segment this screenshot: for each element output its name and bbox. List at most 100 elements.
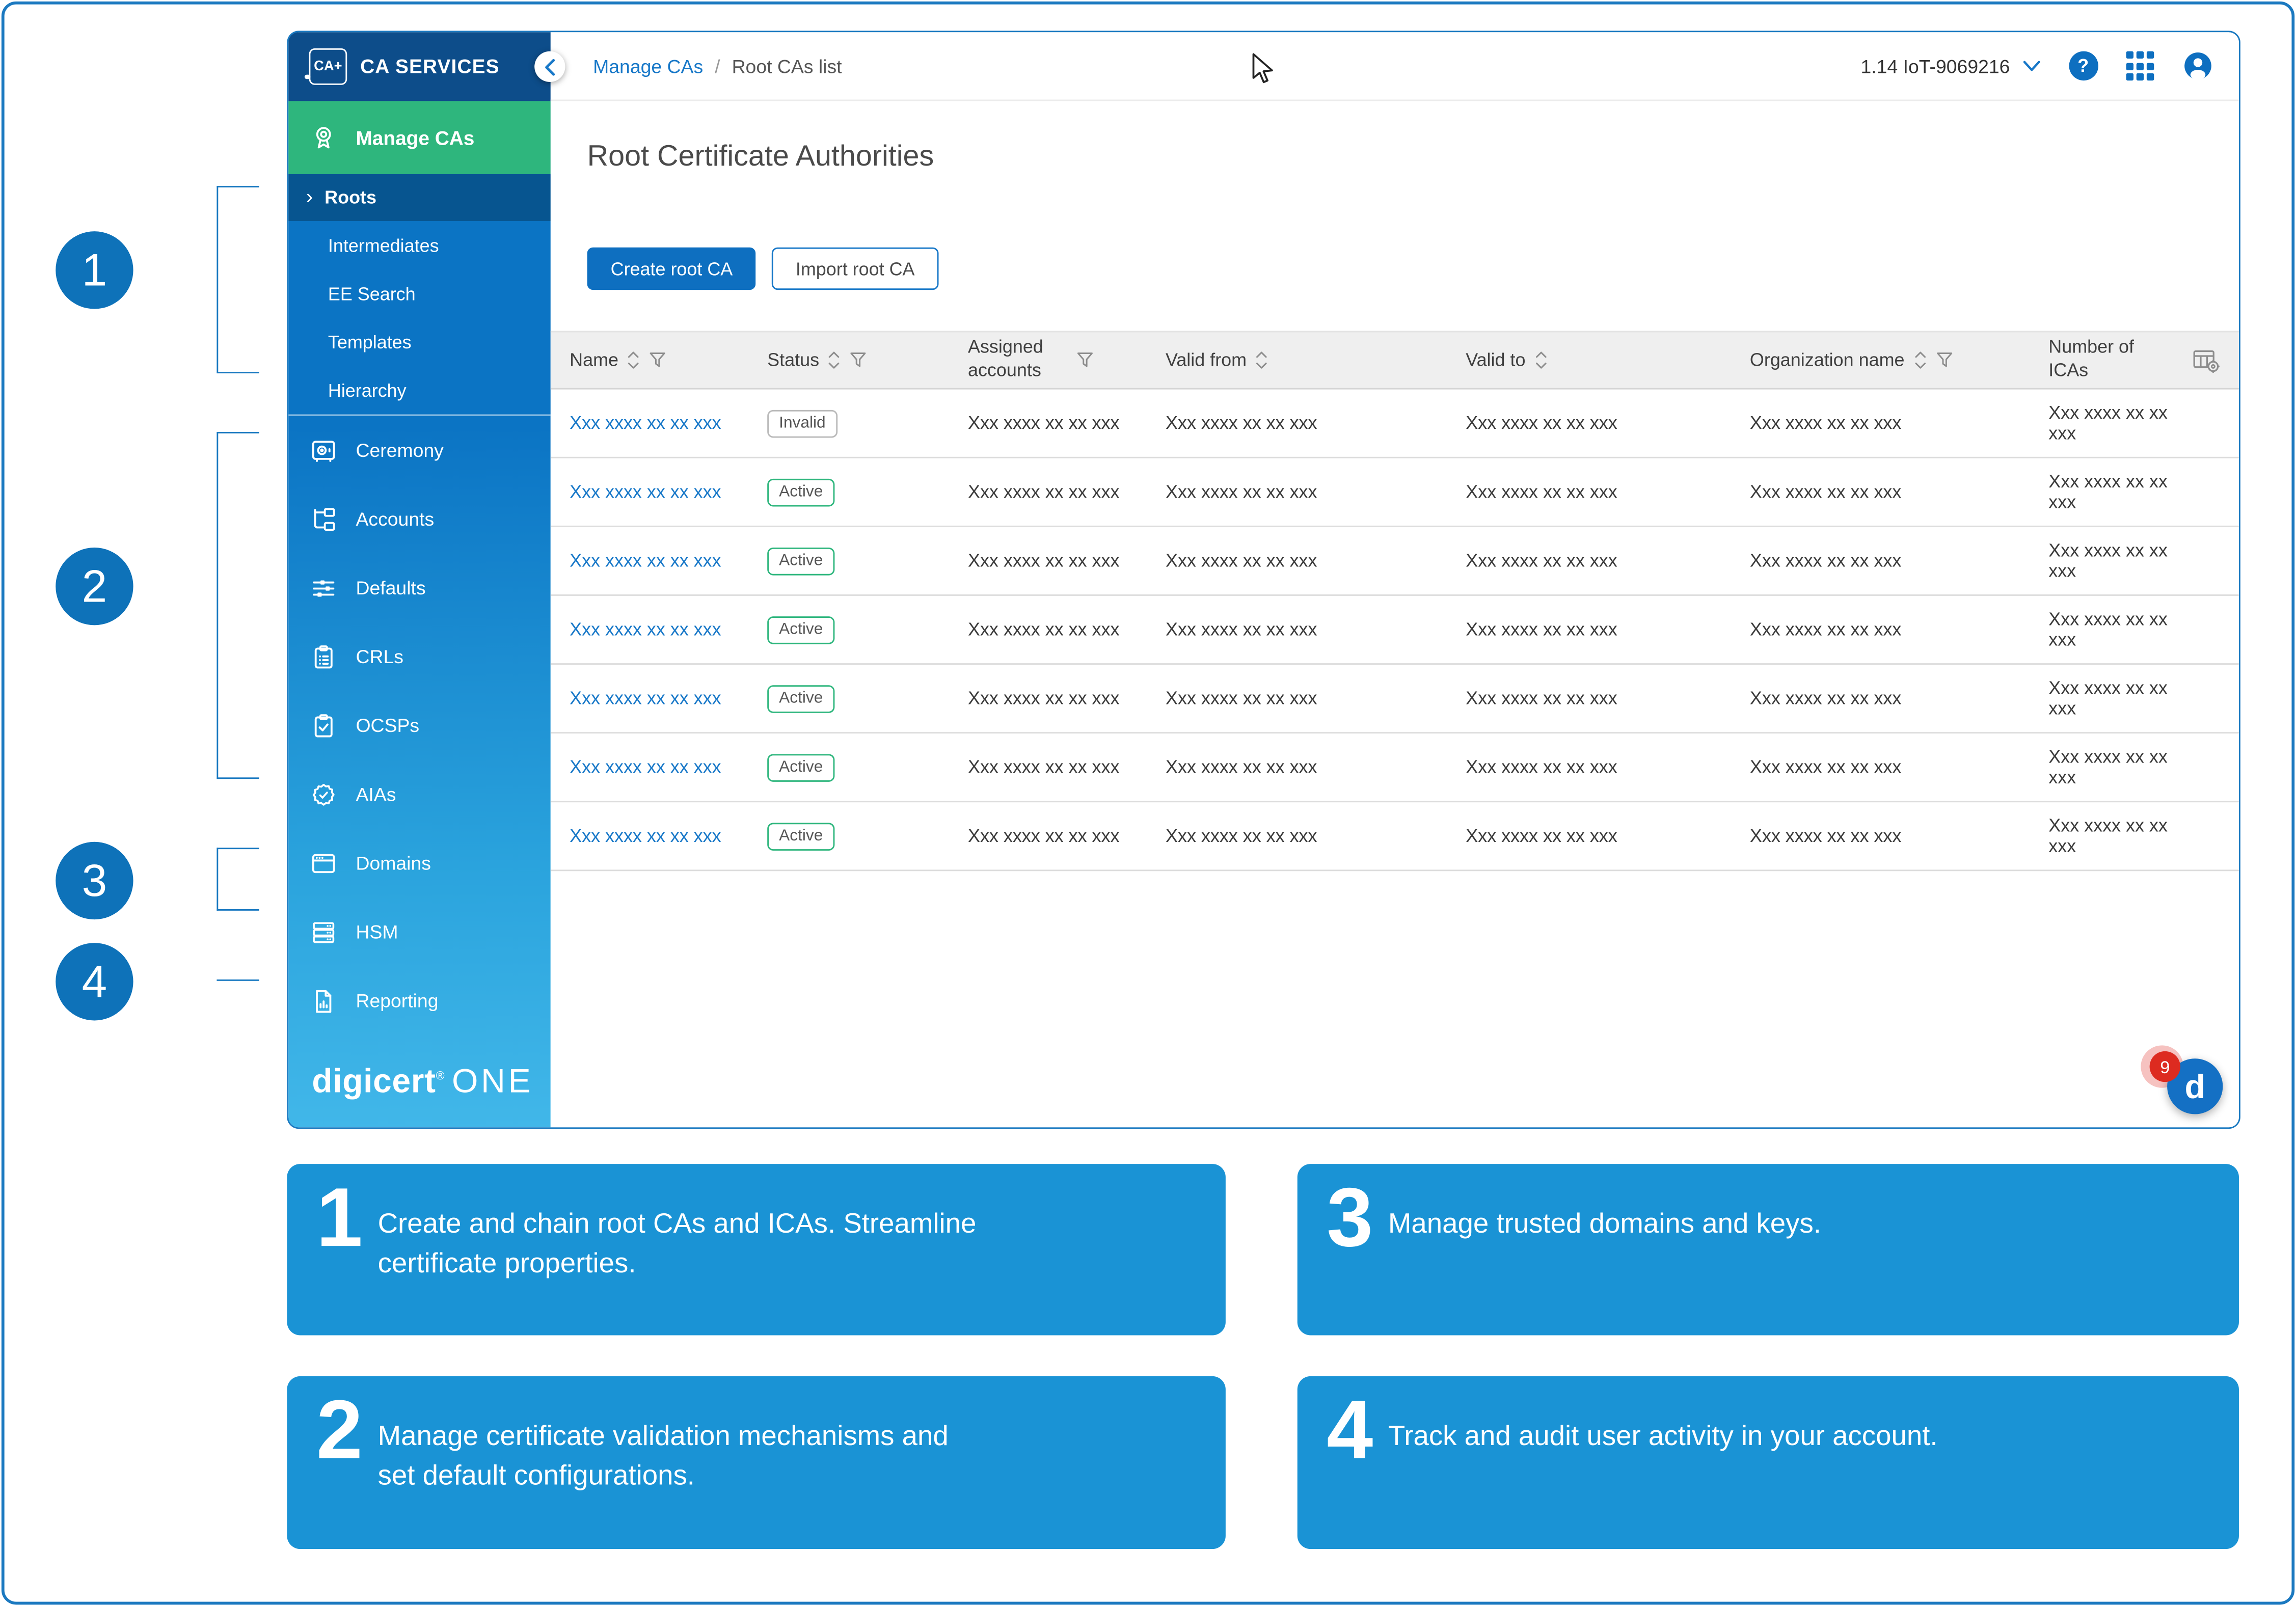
column-header-valid-from[interactable]: Valid from (1166, 350, 1466, 370)
sidebar-item-manage-cas[interactable]: Manage CAs (288, 101, 551, 174)
sidebar-item-hsm[interactable]: HSM (288, 897, 551, 966)
screenshot-canvas: 1 2 3 4 CA+ CA SERVICES Manage CAs › Ro (0, 0, 2296, 1606)
cell-valid-from: Xxx xxxx xx xx xxx (1166, 482, 1466, 502)
cell-number-of-icas: Xxx xxxx xx xx xxx (2048, 540, 2180, 581)
column-header-organization-name[interactable]: Organization name (1750, 350, 2048, 370)
annotation-marker-1: 1 (56, 231, 133, 309)
folder-tree-icon (309, 504, 338, 533)
cell-number-of-icas: Xxx xxxx xx xx xxx (2048, 815, 2180, 856)
sidebar: CA+ CA SERVICES Manage CAs › Roots Inter… (288, 32, 551, 1127)
breadcrumb-link-manage-cas[interactable]: Manage CAs (593, 55, 703, 77)
ca-name-link[interactable]: Xxx xxxx xx xx xxx (570, 551, 721, 571)
column-header-number-of-icas: Number of ICAs (2048, 337, 2180, 383)
status-badge: Active (767, 478, 834, 506)
sidebar-item-ee-search[interactable]: EE Search (288, 269, 551, 318)
sort-icon[interactable] (627, 350, 640, 370)
sort-icon[interactable] (828, 350, 841, 370)
status-badge: Active (767, 753, 834, 781)
table-row: Xxx xxxx xx xx xxx Active Xxx xxxx xx xx x… (551, 665, 2239, 733)
import-root-ca-button[interactable]: Import root CA (772, 248, 938, 290)
cell-valid-from: Xxx xxxx xx xx xxx (1166, 757, 1466, 777)
topbar: Manage CAs / Root CAs list 1.14 IoT-9069… (551, 32, 2239, 101)
cell-organization-name: Xxx xxxx xx xx xxx (1750, 757, 2048, 777)
ca-name-link[interactable]: Xxx xxxx xx xx xxx (570, 826, 721, 846)
sidebar-item-crls[interactable]: CRLs (288, 622, 551, 691)
sidebar-item-accounts[interactable]: Accounts (288, 484, 551, 553)
status-badge: Active (767, 616, 834, 644)
create-root-ca-button[interactable]: Create root CA (587, 248, 757, 290)
cell-number-of-icas: Xxx xxxx xx xx xxx (2048, 402, 2180, 443)
cell-number-of-icas: Xxx xxxx xx xx xxx (2048, 472, 2180, 512)
ca-name-link[interactable]: Xxx xxxx xx xx xxx (570, 482, 721, 502)
breadcrumb-current: Root CAs list (732, 55, 842, 77)
cell-organization-name: Xxx xxxx xx xx xxx (1750, 826, 2048, 846)
apps-grid-icon[interactable] (2126, 52, 2154, 80)
sidebar-item-templates[interactable]: Templates (288, 318, 551, 366)
cell-assigned-accounts: Xxx xxxx xx xx xxx (968, 482, 1166, 502)
sidebar-item-label: Manage CAs (356, 127, 474, 149)
help-icon[interactable]: ? (2068, 51, 2097, 80)
filter-icon[interactable] (850, 351, 867, 369)
browser-icon (309, 849, 338, 878)
ca-name-link[interactable]: Xxx xxxx xx xx xxx (570, 413, 721, 433)
sidebar-item-reporting[interactable]: Reporting (288, 966, 551, 1035)
topbar-controls: 1.14 IoT-9069216 ? (1861, 50, 2214, 82)
version-selector[interactable]: 1.14 IoT-9069216 (1861, 55, 2041, 77)
cell-assigned-accounts: Xxx xxxx xx xx xxx (968, 757, 1166, 777)
column-header-name[interactable]: Name (570, 350, 767, 370)
sidebar-item-hierarchy[interactable]: Hierarchy (288, 366, 551, 415)
column-header-valid-to[interactable]: Valid to (1466, 350, 1750, 370)
sidebar-collapse-button[interactable] (534, 51, 565, 82)
cell-valid-to: Xxx xxxx xx xx xxx (1466, 757, 1750, 777)
ca-plus-logo-icon: CA+ (309, 48, 347, 85)
ca-name-link[interactable]: Xxx xxxx xx xx xxx (570, 688, 721, 709)
sidebar-item-ceremony[interactable]: Ceremony (288, 416, 551, 484)
cell-assigned-accounts: Xxx xxxx xx xx xxx (968, 413, 1166, 433)
status-badge: Active (767, 685, 834, 713)
sidebar-item-defaults[interactable]: Defaults (288, 554, 551, 622)
filter-icon[interactable] (1935, 351, 1953, 369)
table-row: Xxx xxxx xx xx xxxActiveXxx xxxx xx xx x… (551, 527, 2239, 596)
sidebar-item-ocsps[interactable]: OCSPs (288, 691, 551, 760)
cell-valid-from: Xxx xxxx xx xx xxx (1166, 688, 1466, 709)
breadcrumb-separator: / (715, 55, 720, 77)
sidebar-item-intermediates[interactable]: Intermediates (288, 221, 551, 269)
sidebar-header: CA+ CA SERVICES (288, 32, 551, 101)
sort-icon[interactable] (1534, 350, 1548, 370)
annotation-box-4: 4 Track and audit user activity in your … (1298, 1376, 2239, 1549)
annotation-line-4 (217, 979, 259, 981)
page-title: Root Certificate Authorities (551, 101, 2239, 174)
cell-valid-from: Xxx xxxx xx xx xxx (1166, 619, 1466, 640)
annotation-marker-3: 3 (56, 842, 133, 919)
table-settings-icon[interactable] (2192, 348, 2220, 373)
annotation-bracket-3 (217, 848, 259, 911)
cell-valid-to: Xxx xxxx xx xx xxx (1466, 413, 1750, 433)
table-header: NameStatusAssigned accountsValid fromVal… (551, 331, 2239, 390)
sidebar-item-domains[interactable]: Domains (288, 829, 551, 897)
cell-valid-to: Xxx xxxx xx xx xxx (1466, 619, 1750, 640)
digicert-one-logo: digicert®ONE (312, 1061, 533, 1101)
sidebar-item-aias[interactable]: AIAs (288, 760, 551, 829)
annotation-box-1: 1 Create and chain root CAs and ICAs. St… (287, 1164, 1225, 1335)
annotation-marker-2: 2 (56, 548, 133, 625)
cell-valid-to: Xxx xxxx xx xx xxx (1466, 482, 1750, 502)
account-icon[interactable] (2182, 50, 2214, 82)
filter-icon[interactable] (649, 351, 666, 369)
column-header-status[interactable]: Status (767, 350, 968, 370)
filter-icon[interactable] (1076, 351, 1094, 369)
cell-assigned-accounts: Xxx xxxx xx xx xxx (968, 826, 1166, 846)
cell-organization-name: Xxx xxxx xx xx xxx (1750, 551, 2048, 571)
safe-icon (309, 435, 338, 465)
sidebar-item-roots[interactable]: › Roots (288, 174, 551, 221)
chevron-down-icon (2021, 59, 2040, 72)
cell-assigned-accounts: Xxx xxxx xx xx xxx (968, 551, 1166, 571)
ca-name-link[interactable]: Xxx xxxx xx xx xxx (570, 757, 721, 777)
sort-icon[interactable] (1255, 350, 1268, 370)
table-row: Xxx xxxx xx xx xxx Active Xxx xxxx xx xx x… (551, 733, 2239, 802)
cell-number-of-icas: Xxx xxxx xx xx xxx (2048, 678, 2180, 719)
seal-check-icon (309, 780, 338, 809)
cell-valid-from: Xxx xxxx xx xx xxx (1166, 826, 1466, 846)
table-body: Xxx xxxx xx xx xxxInvalidXxx xxxx xx xx … (551, 390, 2239, 872)
ca-name-link[interactable]: Xxx xxxx xx xx xxx (570, 619, 721, 640)
sort-icon[interactable] (1913, 350, 1927, 370)
